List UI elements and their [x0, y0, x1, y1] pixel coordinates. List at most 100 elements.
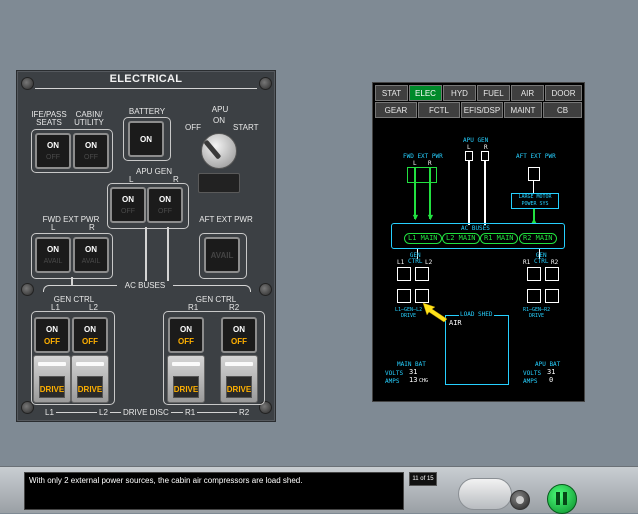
arrow-down-icon: ▼ — [426, 212, 435, 222]
bus-l2-main: L2 MAIN — [442, 233, 480, 244]
drive-disc-label: DRIVE DISC — [121, 408, 171, 417]
syn-gen-ctrl-r2-box — [545, 267, 559, 281]
syn-fwd-ext-pwr-label: FWD EXT PWR — [403, 153, 443, 160]
tab-fctl[interactable]: FCTL — [418, 102, 460, 118]
drive-l1-label: L1 — [43, 408, 56, 417]
main-bat-amps-value: 13 — [409, 376, 418, 384]
syn-gen-ctrl-l1-box — [397, 267, 411, 281]
battery-switch[interactable]: ON — [128, 121, 164, 157]
bus-line — [145, 227, 147, 285]
bus-r1-main: R1 MAIN — [480, 233, 518, 244]
tab-stat[interactable]: STAT — [375, 85, 408, 101]
tab-efis-dsp[interactable]: EFIS/DSP — [461, 102, 503, 118]
gen-ctrl-r1-switch[interactable]: ON OFF — [168, 317, 204, 353]
syn-aft-ext-box — [528, 167, 540, 181]
tab-hyd[interactable]: HYD — [443, 85, 476, 101]
pause-icon — [563, 492, 567, 505]
main-bat-volts-label: VOLTS — [385, 370, 404, 377]
apu-gen-l-switch[interactable]: ON OFF — [110, 187, 146, 223]
syn-line — [484, 161, 486, 225]
apu-fault-light — [198, 173, 240, 193]
pause-button[interactable] — [547, 484, 577, 514]
message-box: With only 2 external power sources, the … — [24, 472, 404, 510]
apu-start-label: START — [233, 123, 259, 132]
back-icon — [516, 496, 524, 504]
syn-ac-buses-label: AC BUSES — [461, 225, 490, 232]
apu-off-label: OFF — [185, 123, 201, 132]
tab-fuel[interactable]: FUEL — [477, 85, 510, 101]
aft-ext-pwr-label: AFT EXT PWR — [199, 215, 253, 224]
knob-pointer-icon — [203, 139, 222, 160]
syn-aft-ext-pwr-label: AFT EXT PWR — [516, 153, 556, 160]
back-button[interactable] — [510, 490, 530, 510]
syn-l2-label: L2 — [425, 259, 433, 266]
syn-gen-ctrl-left-label: GEN CTRL — [408, 252, 423, 265]
apu-bat-label: APU BAT — [535, 361, 561, 368]
syn-left-drive-label: L1—GEN—L2 DRIVE — [395, 307, 423, 319]
drive-disc-l1-guard[interactable]: DRIVE — [33, 355, 71, 403]
gen-ctrl-l2-switch[interactable]: ON OFF — [72, 317, 108, 353]
fwd-l-label: L — [51, 223, 56, 232]
aft-ext-pwr-switch[interactable]: AVAIL — [204, 237, 240, 273]
fwd-ext-pwr-label: FWD EXT PWR — [42, 215, 100, 224]
electrical-panel: ELECTRICAL IFE/PASS SEATS CABIN/ UTILITY… — [16, 70, 276, 422]
syn-fwd-r-label: R — [428, 160, 432, 167]
gen-ctrl-l1-switch[interactable]: ON OFF — [34, 317, 70, 353]
fwd-ext-pwr-l-switch[interactable]: ON AVAIL — [35, 237, 71, 273]
tab-door[interactable]: DOOR — [545, 85, 582, 101]
apu-bat-amps-label: AMPS — [523, 378, 538, 385]
pause-icon — [556, 492, 560, 505]
drive-disc-r2-guard[interactable]: DRIVE — [220, 355, 258, 403]
apu-label: APU — [211, 105, 229, 114]
drive-disc-r1-guard[interactable]: DRIVE — [167, 355, 205, 403]
panel-title: ELECTRICAL — [109, 73, 183, 85]
pointer-arrow-icon — [422, 302, 448, 323]
apu-selector-knob[interactable] — [201, 133, 237, 169]
tab-elec[interactable]: ELEC — [409, 85, 442, 101]
ac-buses-label: AC BUSES — [117, 281, 173, 290]
syn-apu-l-label: L — [467, 144, 471, 151]
drive-disc-l2-guard[interactable]: DRIVE — [71, 355, 109, 403]
apu-bat-amps-value: 0 — [549, 376, 554, 384]
apu-gen-r-switch[interactable]: ON OFF — [147, 187, 183, 223]
syn-gen-ctrl-r1-box — [527, 267, 541, 281]
fwd-r-label: R — [89, 223, 95, 232]
syn-apu-gen-l-box — [465, 151, 473, 161]
syn-gen-ctrl-right-label: GEN CTRL — [534, 252, 549, 265]
ife-pass-seats-label: IFE/PASS SEATS — [31, 110, 67, 127]
syn-apu-gen-label: APU GEN — [463, 137, 489, 144]
syn-fwd-ext-pwr-box — [407, 167, 437, 183]
gen-ctrl-r2-switch[interactable]: ON OFF — [221, 317, 257, 353]
nav-pod — [458, 478, 512, 510]
battery-label: BATTERY — [128, 107, 166, 116]
ife-pass-seats-switch[interactable]: ON OFF — [35, 133, 71, 169]
elec-synoptic-display: STAT ELEC HYD FUEL AIR DOOR GEAR FCTL EF… — [372, 82, 585, 402]
tab-gear[interactable]: GEAR — [375, 102, 417, 118]
drive-r1-label: R1 — [183, 408, 198, 417]
syn-fwd-l-label: L — [413, 160, 417, 167]
tab-air[interactable]: AIR — [511, 85, 544, 101]
syn-apu-r-label: R — [484, 144, 488, 151]
cabin-utility-label: CABIN/ UTILITY — [74, 110, 104, 127]
fwd-ext-pwr-r-switch[interactable]: ON AVAIL — [73, 237, 109, 273]
main-bat-amps-label: AMPS — [385, 378, 400, 385]
tab-maint[interactable]: MAINT — [504, 102, 542, 118]
divider — [35, 88, 257, 89]
drive-l2-label: L2 — [97, 408, 110, 417]
syn-l1-label: L1 — [397, 259, 405, 266]
apu-on-label: ON — [213, 116, 225, 125]
main-bat-amps-unit: CHG — [419, 378, 429, 384]
large-motor-power-sys-box: LARGE MOTOR POWER SYS — [511, 193, 559, 209]
syn-gen-r2-box — [545, 289, 559, 303]
screw-icon — [259, 283, 272, 296]
syn-gen-l1-box — [397, 289, 411, 303]
bus-r2-main: R2 MAIN — [519, 233, 557, 244]
cabin-utility-switch[interactable]: ON OFF — [73, 133, 109, 169]
load-shed-label: LOAD SHED — [459, 311, 494, 318]
arrow-down-icon: ▼ — [411, 212, 420, 222]
page-counter: 11 of 15 — [409, 472, 437, 486]
tab-cb[interactable]: CB — [543, 102, 582, 118]
syn-apu-gen-r-box — [481, 151, 489, 161]
bus-line — [167, 227, 169, 285]
main-bat-label: MAIN BAT — [397, 361, 426, 368]
